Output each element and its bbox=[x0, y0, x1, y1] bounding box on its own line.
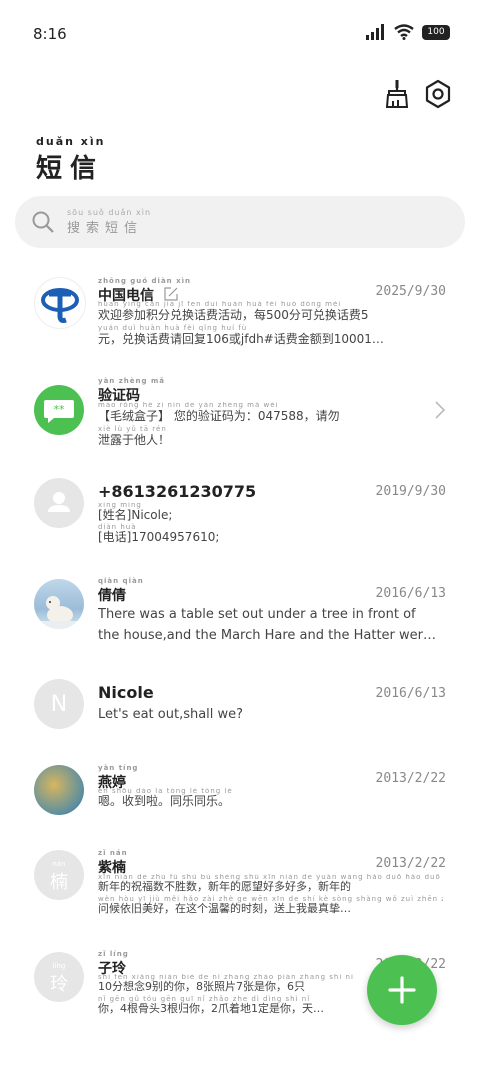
new-message-button[interactable] bbox=[367, 955, 437, 1025]
message-date: 2013/2/22 bbox=[375, 856, 446, 871]
polar-bear-avatar bbox=[34, 579, 84, 629]
message-date: 2013/2/22 bbox=[375, 771, 446, 786]
message-preview: èn shōu dào lā tóng lè tóng lè 嗯。收到啦。同乐同… bbox=[98, 788, 233, 808]
wifi-icon bbox=[394, 24, 414, 40]
contact-name: zǐ nán 紫楠 bbox=[98, 849, 128, 877]
message-row-qianqian[interactable]: qiàn qiàn 倩倩 2016/6/13 There was a table… bbox=[0, 570, 480, 670]
message-preview: Let's eat out,shall we? bbox=[98, 707, 244, 722]
letter-avatar: N bbox=[34, 679, 84, 729]
status-time: 8:16 bbox=[33, 25, 67, 43]
plus-icon bbox=[388, 976, 416, 1004]
battery-icon: 100 bbox=[422, 24, 450, 40]
character-avatar: líng 玲 bbox=[34, 952, 84, 1002]
status-bar: 8:16 100 bbox=[0, 0, 480, 70]
search-placeholder-pinyin: sōu suǒ duǎn xìn bbox=[67, 208, 152, 217]
sms-chat-icon: ** bbox=[34, 385, 84, 435]
message-preview: máo róng hé zi nín de yàn zhèng mǎ wéi 【… bbox=[98, 402, 340, 447]
message-row-phone-number[interactable]: +8613261230775 2019/9/30 xìng míng [姓名]N… bbox=[0, 468, 480, 568]
page-title-pinyin: duǎn xìn bbox=[36, 135, 106, 148]
page-title: duǎn xìn 短信 bbox=[36, 135, 106, 185]
search-placeholder[interactable]: sōu suǒ duǎn xìn 搜索短信 bbox=[67, 208, 151, 236]
message-date: 2016/6/13 bbox=[375, 586, 446, 601]
message-row-verification-code[interactable]: ** yàn zhèng mǎ 验证码 máo róng hé zi nín d… bbox=[0, 368, 480, 468]
message-date: 2016/6/13 bbox=[375, 686, 446, 701]
message-date: 2019/9/30 bbox=[375, 484, 446, 499]
message-preview: shí fēn xiǎng niàn bié de nǐ zhāng zhào … bbox=[98, 974, 354, 1015]
contact-name: +8613261230775 bbox=[98, 482, 257, 501]
message-preview: xìng míng [姓名]Nicole; diàn huà [电话]17004… bbox=[98, 502, 220, 544]
message-row-zinan[interactable]: nán 楠 zǐ nán 紫楠 2013/2/22 xīn nián de zh… bbox=[0, 848, 480, 948]
chevron-right-icon[interactable] bbox=[434, 400, 446, 420]
character-avatar: nán 楠 bbox=[34, 850, 84, 900]
message-preview: huān yíng cān jiā jī fēn duì huàn huà fè… bbox=[98, 301, 384, 346]
message-date: 2025/9/30 bbox=[375, 284, 446, 299]
search-icon bbox=[32, 211, 54, 233]
edit-icon bbox=[163, 287, 178, 301]
contact-name: yàn zhèng mǎ 验证码 bbox=[98, 377, 165, 405]
contact-name: Nicole bbox=[98, 683, 154, 702]
contact-name: qiàn qiàn 倩倩 bbox=[98, 577, 144, 605]
broom-icon[interactable] bbox=[380, 78, 412, 110]
settings-gear-icon[interactable] bbox=[422, 78, 454, 110]
default-person-icon bbox=[34, 478, 84, 528]
message-preview: There was a table set out under a tree i… bbox=[98, 607, 436, 643]
china-telecom-logo bbox=[34, 277, 86, 329]
status-icons: 100 bbox=[366, 24, 450, 40]
search-bar[interactable]: sōu suǒ duǎn xìn 搜索短信 bbox=[15, 196, 465, 248]
search-placeholder-text: 搜索短信 bbox=[67, 221, 144, 236]
message-preview: xīn nián de zhù fú shù bú shèng shù xīn … bbox=[98, 874, 443, 915]
message-row-nicole[interactable]: N Nicole 2016/6/13 Let's eat out,shall w… bbox=[0, 670, 480, 770]
page-title-text: 短信 bbox=[36, 154, 105, 184]
svg-text:**: ** bbox=[54, 403, 66, 416]
message-row-yanting[interactable]: yàn tíng 燕婷 2013/2/22 èn shōu dào lā tón… bbox=[0, 762, 480, 862]
message-row-china-telecom[interactable]: zhōng guó diàn xìn 中国电信 2025/9/30 huān y… bbox=[0, 268, 480, 368]
signal-icon bbox=[366, 24, 384, 40]
landscape-avatar bbox=[34, 765, 84, 815]
